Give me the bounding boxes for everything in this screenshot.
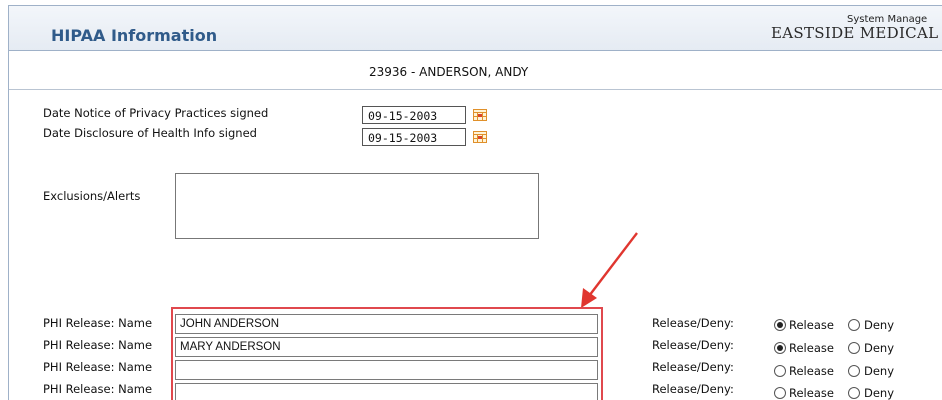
deny-radio-label: Deny bbox=[864, 318, 895, 332]
deny-radio[interactable] bbox=[848, 319, 860, 331]
deny-radio-label: Deny bbox=[864, 341, 895, 355]
deny-radio[interactable] bbox=[848, 365, 860, 377]
deny-radio-label: Deny bbox=[864, 364, 895, 378]
patient-name: 23936 - ANDERSON, ANDY bbox=[369, 65, 529, 79]
phi-name-input[interactable]: MARY ANDERSON bbox=[175, 337, 598, 357]
deny-radio-label: Deny bbox=[864, 386, 895, 400]
hipaa-panel: HIPAA Information System Manage EASTSIDE… bbox=[8, 5, 942, 400]
release-deny-label: Release/Deny: bbox=[652, 316, 734, 330]
release-radio[interactable] bbox=[774, 365, 786, 377]
phi-name-label: PHI Release: Name bbox=[43, 338, 153, 352]
phi-name-input[interactable] bbox=[175, 360, 598, 380]
release-radio[interactable] bbox=[774, 319, 786, 331]
phi-name-label: PHI Release: Name bbox=[43, 316, 153, 330]
phi-name-label: PHI Release: Name bbox=[43, 382, 153, 396]
section-divider bbox=[9, 89, 942, 90]
release-radio[interactable] bbox=[774, 342, 786, 354]
red-arrow-annotation bbox=[581, 232, 638, 308]
release-radio-label: Release bbox=[789, 341, 834, 355]
deny-radio[interactable] bbox=[848, 342, 860, 354]
organization-name: EASTSIDE MEDICAL (1) bbox=[771, 24, 942, 42]
deny-radio[interactable] bbox=[848, 387, 860, 399]
disclosure-date-input[interactable]: 09-15-2003 bbox=[362, 128, 466, 146]
release-deny-label: Release/Deny: bbox=[652, 382, 734, 396]
release-deny-label: Release/Deny: bbox=[652, 338, 734, 352]
release-radio-label: Release bbox=[789, 364, 834, 378]
disclosure-date-label: Date Disclosure of Health Info signed bbox=[43, 126, 257, 140]
release-deny-label: Release/Deny: bbox=[652, 360, 734, 374]
release-radio-label: Release bbox=[789, 318, 834, 332]
release-radio-label: Release bbox=[789, 386, 834, 400]
calendar-icon[interactable] bbox=[473, 131, 487, 143]
exclusions-textarea[interactable] bbox=[175, 173, 539, 239]
page-title: HIPAA Information bbox=[51, 26, 218, 45]
release-radio[interactable] bbox=[774, 387, 786, 399]
phi-name-input[interactable] bbox=[175, 383, 598, 400]
panel-header: HIPAA Information System Manage EASTSIDE… bbox=[9, 6, 942, 51]
phi-name-label: PHI Release: Name bbox=[43, 360, 153, 374]
exclusions-label: Exclusions/Alerts bbox=[43, 189, 141, 203]
calendar-icon[interactable] bbox=[473, 109, 487, 121]
notice-date-input[interactable]: 09-15-2003 bbox=[362, 106, 466, 124]
phi-name-input[interactable]: JOHN ANDERSON bbox=[175, 314, 598, 334]
notice-date-label: Date Notice of Privacy Practices signed bbox=[43, 106, 269, 120]
